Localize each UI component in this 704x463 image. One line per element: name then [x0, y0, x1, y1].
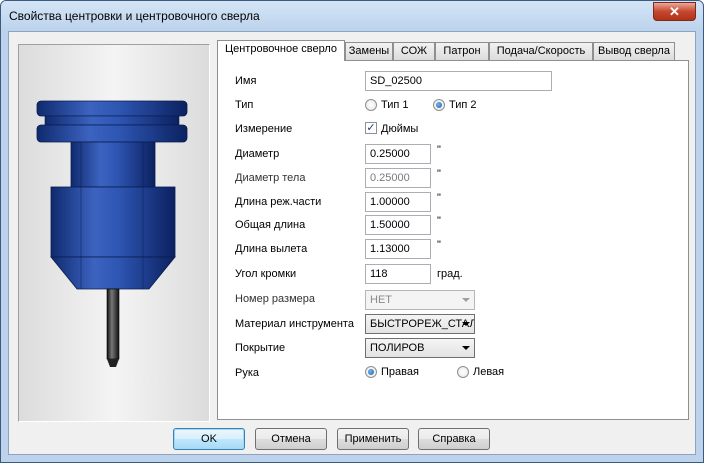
total-length-unit: " [437, 215, 441, 227]
tab-coolant[interactable]: СОЖ [393, 42, 435, 60]
coating-value: ПОЛИРОВ [370, 342, 425, 354]
dialog-window: Свойства центровки и центровочного сверл… [0, 0, 704, 463]
ok-button[interactable]: OK [173, 428, 245, 450]
diameter-unit: " [437, 144, 441, 156]
edge-angle-unit: град. [437, 268, 463, 280]
name-label: Имя [235, 75, 257, 87]
cut-length-input[interactable]: 1.00000 [365, 192, 431, 212]
diameter-label: Диаметр [235, 148, 280, 160]
size-number-select: НЕТ [365, 290, 475, 310]
type-2-radio[interactable] [433, 99, 445, 111]
size-number-label: Номер размера [235, 293, 315, 305]
tab-label: Центровочное сверло [224, 43, 338, 55]
hand-left-radio[interactable] [457, 366, 469, 378]
tool-material-value: БЫСТРОРЕЖ_СТАЛЬ [370, 318, 475, 330]
hand-right-radio[interactable] [365, 366, 377, 378]
body-diameter-label: Диаметр тела [235, 172, 306, 184]
edge-angle-input[interactable]: 118 [365, 264, 431, 284]
overhang-length-unit: " [437, 239, 441, 251]
type-2-label: Тип 2 [449, 99, 477, 111]
chevron-down-icon [462, 322, 470, 326]
tab-label: Подача/Скорость [496, 45, 586, 57]
center-drill-tool-image [36, 100, 188, 367]
type-label: Тип [235, 99, 254, 111]
close-button[interactable]: ✕ [653, 2, 696, 21]
tab-replacements[interactable]: Замены [345, 42, 393, 60]
tool-material-label: Материал инструмента [235, 318, 354, 330]
tab-feed-speed[interactable]: Подача/Скорость [489, 42, 593, 60]
cancel-button-label: Отмена [271, 433, 311, 445]
dialog-client-area: Центровочное сверло Замены СОЖ Патрон По… [8, 31, 696, 455]
help-button-label: Справка [432, 433, 476, 445]
tool-material-select[interactable]: БЫСТРОРЕЖ_СТАЛЬ [365, 314, 475, 334]
inches-checkbox[interactable]: ✓ [365, 122, 377, 134]
total-length-input[interactable]: 1.50000 [365, 215, 431, 235]
body-diameter-input: 0.25000 [365, 168, 431, 188]
close-icon: ✕ [669, 4, 680, 19]
diameter-input[interactable]: 0.25000 [365, 144, 431, 164]
apply-button[interactable]: Применить [337, 428, 409, 450]
title-bar: Свойства центровки и центровочного сверл… [1, 1, 703, 31]
tool-preview [18, 44, 210, 422]
tab-label: СОЖ [400, 45, 428, 57]
cancel-button[interactable]: Отмена [255, 428, 327, 450]
body-diameter-unit: " [437, 168, 441, 180]
tab-drill-output[interactable]: Вывод сверла [593, 42, 675, 60]
cut-length-unit: " [437, 192, 441, 204]
coating-label: Покрытие [235, 342, 286, 354]
ok-button-label: OK [201, 433, 217, 445]
help-button[interactable]: Справка [418, 428, 490, 450]
hand-left-label: Левая [473, 366, 505, 378]
hand-right-label: Правая [381, 366, 419, 378]
total-length-label: Общая длина [235, 219, 306, 231]
chevron-down-icon [462, 298, 470, 302]
tab-label: Патрон [443, 45, 481, 57]
tab-panel-center-drill: Имя SD_02500 Тип Тип 1 Тип 2 Измерение ✓… [217, 60, 689, 420]
chevron-down-icon [462, 346, 470, 350]
inches-label: Дюймы [381, 123, 419, 135]
tab-center-drill[interactable]: Центровочное сверло [217, 40, 345, 61]
size-number-value: НЕТ [370, 294, 392, 306]
type-1-label: Тип 1 [381, 99, 409, 111]
tab-label: Замены [348, 45, 390, 57]
apply-button-label: Применить [344, 433, 402, 445]
tab-label: Вывод сверла [598, 45, 670, 57]
cut-length-label: Длина реж.части [235, 196, 322, 208]
measurement-label: Измерение [235, 123, 293, 135]
type-1-radio[interactable] [365, 99, 377, 111]
tab-holder[interactable]: Патрон [435, 42, 489, 60]
name-input[interactable]: SD_02500 [365, 71, 552, 91]
edge-angle-label: Угол кромки [235, 268, 297, 280]
window-title: Свойства центровки и центровочного сверл… [9, 9, 260, 23]
overhang-length-input[interactable]: 1.13000 [365, 239, 431, 259]
hand-label: Рука [235, 367, 260, 379]
overhang-length-label: Длина вылета [235, 243, 308, 255]
coating-select[interactable]: ПОЛИРОВ [365, 338, 475, 358]
